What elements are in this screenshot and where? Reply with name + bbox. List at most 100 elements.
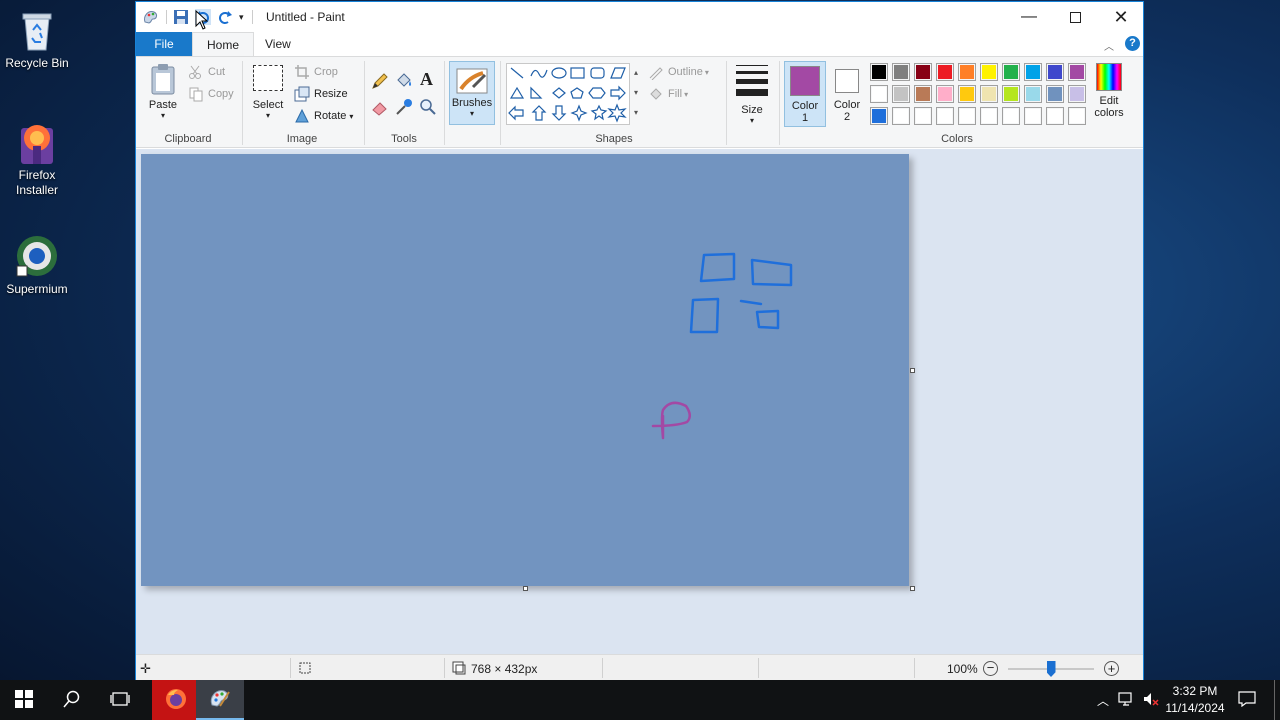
customize-qat-icon[interactable]: ▾ [239, 12, 244, 23]
drawing-canvas[interactable] [141, 154, 909, 586]
pencil-icon[interactable] [370, 71, 390, 91]
palette-swatch-color [960, 87, 974, 101]
palette-swatch[interactable] [1068, 85, 1086, 103]
zoom-slider-thumb[interactable] [1046, 661, 1056, 677]
palette-swatch[interactable] [1002, 85, 1020, 103]
palette-swatch[interactable] [1068, 63, 1086, 81]
brushes-button[interactable]: Brushes ▾ [449, 61, 495, 125]
rotate-button[interactable]: Rotate ▾ [294, 107, 353, 125]
save-icon[interactable] [173, 9, 189, 25]
zoom-out-button[interactable]: − [983, 661, 998, 676]
eraser-icon[interactable] [370, 97, 390, 117]
task-view-button[interactable] [96, 680, 144, 720]
text-tool-icon[interactable]: A [420, 69, 433, 90]
canvas-resize-handle-corner[interactable] [910, 586, 915, 591]
canvas-resize-handle-bottom[interactable] [523, 586, 528, 591]
action-center-button[interactable] [1232, 680, 1262, 720]
select-button[interactable]: Select ▾ [250, 65, 286, 120]
collapse-ribbon-icon[interactable]: ︿ [1104, 38, 1114, 53]
resize-button[interactable]: Resize [294, 85, 348, 103]
paste-dropdown-icon[interactable]: ▾ [146, 111, 180, 120]
palette-swatch[interactable] [980, 63, 998, 81]
canvas-resize-handle-right[interactable] [910, 368, 915, 373]
palette-swatch[interactable] [1002, 107, 1020, 125]
palette-swatch[interactable] [936, 107, 954, 125]
palette-swatch[interactable] [1068, 107, 1086, 125]
size-dropdown-icon: ▾ [749, 116, 754, 125]
shapes-gallery[interactable] [506, 63, 630, 125]
shapes-scroll[interactable]: ▴ ▾ ▾ [631, 63, 641, 125]
crop-button[interactable]: Crop [294, 63, 338, 81]
palette-swatch-color [1026, 109, 1040, 123]
palette-swatch[interactable] [1002, 63, 1020, 81]
selection-size-icon [298, 661, 312, 675]
size-button[interactable]: Size ▾ [733, 63, 771, 125]
maximize-button[interactable] [1052, 2, 1098, 32]
select-dropdown-icon[interactable]: ▾ [250, 111, 286, 120]
tab-file[interactable]: File [136, 32, 192, 56]
tab-view[interactable]: View [251, 32, 305, 56]
palette-swatch[interactable] [914, 63, 932, 81]
palette-swatch-color [1048, 65, 1062, 79]
zoom-in-button[interactable]: + [1104, 661, 1119, 676]
palette-swatch[interactable] [980, 85, 998, 103]
palette-swatch[interactable] [892, 63, 910, 81]
palette-swatch[interactable] [958, 63, 976, 81]
desktop-icon-supermium[interactable]: Supermium [0, 234, 74, 297]
palette-swatch[interactable] [870, 85, 888, 103]
palette-swatch[interactable] [958, 85, 976, 103]
palette-swatch[interactable] [1024, 107, 1042, 125]
palette-swatch[interactable] [936, 85, 954, 103]
image-dimensions: 768 × 432px [471, 662, 538, 676]
copy-button[interactable]: Copy [188, 85, 234, 103]
title-bar[interactable]: ▾ Untitled - Paint — ✕ [136, 2, 1143, 32]
palette-swatch[interactable] [1046, 107, 1064, 125]
ribbon-separator [779, 61, 780, 145]
redo-icon[interactable] [217, 9, 233, 25]
palette-swatch[interactable] [892, 85, 910, 103]
minimize-button[interactable]: — [1006, 2, 1052, 32]
fill-button[interactable]: Fill ▾ [648, 85, 688, 103]
desktop-icon-recycle-bin[interactable]: Recycle Bin [0, 8, 74, 71]
palette-swatch[interactable] [1024, 85, 1042, 103]
palette-swatch[interactable] [958, 107, 976, 125]
palette-swatch[interactable] [870, 107, 888, 125]
edit-colors-button[interactable]: Edit colors [1088, 63, 1130, 119]
search-button[interactable] [48, 680, 96, 720]
palette-swatch[interactable] [892, 107, 910, 125]
taskbar-paint[interactable] [196, 680, 244, 720]
rotate-label: Rotate [314, 110, 347, 122]
paint-app-icon[interactable] [142, 8, 160, 26]
color2-button[interactable]: Color 2 [828, 61, 866, 127]
palette-swatch[interactable] [1046, 85, 1064, 103]
palette-swatch-color [1026, 87, 1040, 101]
help-icon[interactable]: ? [1125, 36, 1140, 51]
volume-button[interactable] [1140, 680, 1162, 720]
start-button[interactable] [0, 680, 48, 720]
rotate-dropdown-icon[interactable]: ▾ [349, 112, 353, 121]
palette-swatch[interactable] [870, 63, 888, 81]
color1-button[interactable]: Color 1 [784, 61, 826, 127]
paste-button[interactable]: Paste ▾ [146, 63, 180, 120]
show-hidden-icons-button[interactable]: ︿ [1092, 680, 1114, 720]
network-button[interactable] [1116, 680, 1138, 720]
zoom-slider[interactable] [1008, 661, 1094, 677]
show-desktop-button[interactable] [1274, 680, 1275, 720]
clock[interactable]: 3:32 PM 11/14/2024 [1164, 680, 1226, 720]
palette-swatch[interactable] [1046, 63, 1064, 81]
desktop-icon-firefox-installer[interactable]: Firefox Installer [0, 120, 74, 198]
tab-home[interactable]: Home [192, 32, 255, 56]
outline-button[interactable]: Outline ▾ [648, 63, 709, 81]
palette-swatch[interactable] [914, 107, 932, 125]
palette-swatch[interactable] [936, 63, 954, 81]
fill-bucket-icon[interactable] [394, 71, 414, 91]
palette-swatch-color [916, 65, 930, 79]
color-picker-icon[interactable] [394, 97, 414, 117]
magnifier-icon[interactable] [418, 97, 438, 117]
cut-button[interactable]: Cut [188, 63, 225, 81]
palette-swatch[interactable] [914, 85, 932, 103]
close-button[interactable]: ✕ [1098, 2, 1144, 32]
palette-swatch[interactable] [980, 107, 998, 125]
taskbar-firefox[interactable] [152, 680, 200, 720]
palette-swatch[interactable] [1024, 63, 1042, 81]
